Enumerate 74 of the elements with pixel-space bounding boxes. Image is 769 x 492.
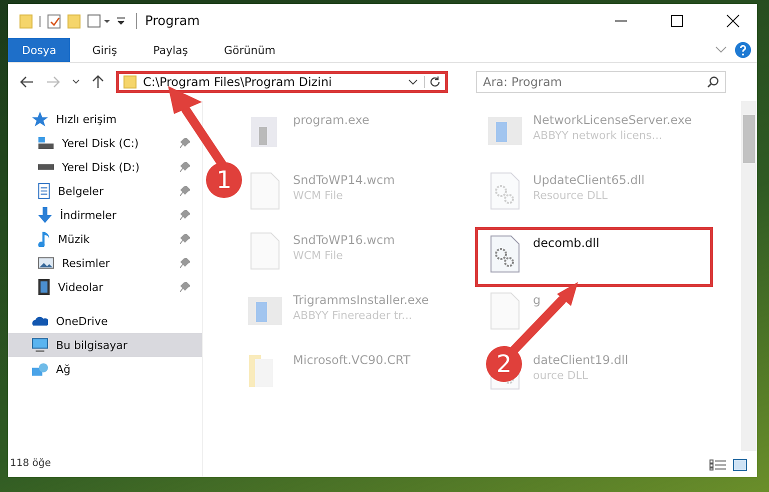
network-icon <box>32 362 48 376</box>
chevron-down-icon[interactable] <box>72 79 80 85</box>
sidebar-label: Müzik <box>58 232 91 246</box>
document-icon <box>38 183 50 199</box>
pin-icon[interactable] <box>180 186 190 196</box>
pin-icon[interactable] <box>180 258 190 268</box>
up-arrow-icon[interactable] <box>92 75 104 89</box>
back-arrow-icon[interactable] <box>20 76 34 88</box>
file-name: NetworkLicenseServer.exe <box>533 113 692 127</box>
sidebar-item[interactable]: Müzik <box>8 227 202 251</box>
ribbon-tab[interactable]: Giriş <box>78 38 132 62</box>
sidebar-item[interactable]: Resimler <box>8 251 202 275</box>
close-icon[interactable] <box>726 14 740 28</box>
drive-icon <box>38 164 54 170</box>
music-note-icon <box>38 231 50 247</box>
sidebar-item[interactable]: Yerel Disk (C:) <box>8 131 202 155</box>
file-name: SndToWP14.wcm <box>293 173 395 187</box>
file-name: UpdateClient65.dll <box>533 173 645 187</box>
sidebar-label: Belgeler <box>58 184 104 198</box>
maximize-icon[interactable] <box>670 14 684 28</box>
sidebar-label: İndirmeler <box>60 208 118 222</box>
file-name: TrigrammsInstaller.exe <box>293 293 429 307</box>
sidebar-label: Yerel Disk (C:) <box>62 136 140 150</box>
scrollbar[interactable] <box>741 101 757 451</box>
sidebar-label: Yerel Disk (D:) <box>62 160 141 174</box>
pin-icon[interactable] <box>180 234 190 244</box>
pin-icon[interactable] <box>180 210 190 220</box>
file-name: dateClient19.dll <box>533 353 628 367</box>
sidebar-label: Hızlı erişim <box>56 112 118 126</box>
cloud-icon <box>32 316 48 326</box>
sidebar-label: Videolar <box>58 280 104 294</box>
sidebar-item[interactable]: Videolar <box>8 275 202 299</box>
file-name: Microsoft.VC90.CRT <box>293 353 410 367</box>
drive-icon <box>38 137 54 149</box>
sidebar-item[interactable]: Ağ <box>8 357 202 381</box>
pin-icon[interactable] <box>180 282 190 292</box>
sidebar-item[interactable]: OneDrive <box>8 309 202 333</box>
sidebar-item[interactable]: Yerel Disk (D:) <box>8 155 202 179</box>
refresh-icon[interactable] <box>424 76 441 88</box>
address-path: C:\Program Files\Program Dizini <box>143 75 333 89</box>
download-icon <box>38 207 52 223</box>
film-icon <box>38 279 50 295</box>
folder-icon <box>123 75 137 89</box>
sidebar-item[interactable]: Bu bilgisayar <box>8 333 202 357</box>
file-name: SndToWP16.wcm <box>293 233 395 247</box>
sidebar-item[interactable]: Hızlı erişim <box>8 107 202 131</box>
search-icon[interactable] <box>707 76 719 88</box>
details-view-icon[interactable] <box>709 459 727 471</box>
address-bar[interactable]: C:\Program Files\Program Dizini <box>116 71 448 93</box>
sidebar-item[interactable]: Belgeler <box>8 179 202 203</box>
item-count: 118 öğe <box>9 458 52 471</box>
quick-access-toolbar-icon[interactable] <box>18 12 128 30</box>
sidebar-label: OneDrive <box>56 314 109 328</box>
pin-icon[interactable] <box>180 162 190 172</box>
window-title: Program <box>145 14 200 28</box>
sidebar-label: Bu bilgisayar <box>56 338 128 352</box>
large-icons-view-icon[interactable] <box>733 459 747 471</box>
file-name: g <box>533 293 541 307</box>
help-icon[interactable] <box>735 42 751 58</box>
file-name: decomb.dll <box>533 236 600 250</box>
search-field[interactable]: Ara: Program <box>476 71 726 93</box>
ribbon-tab[interactable]: Dosya <box>8 38 70 62</box>
sidebar-label: Ağ <box>56 362 72 376</box>
file-name: program.exe <box>293 113 370 127</box>
ribbon-tab[interactable]: Görünüm <box>210 38 290 62</box>
monitor-icon <box>32 338 48 352</box>
picture-icon <box>38 257 54 269</box>
sidebar-item[interactable]: İndirmeler <box>8 203 202 227</box>
ribbon-tab[interactable]: Paylaş <box>139 38 202 62</box>
pin-icon[interactable] <box>180 138 190 148</box>
chevron-down-icon[interactable] <box>408 79 418 85</box>
star-icon <box>32 111 48 127</box>
file-item[interactable]: decomb.dll <box>475 227 713 287</box>
sidebar-label: Resimler <box>62 256 111 270</box>
